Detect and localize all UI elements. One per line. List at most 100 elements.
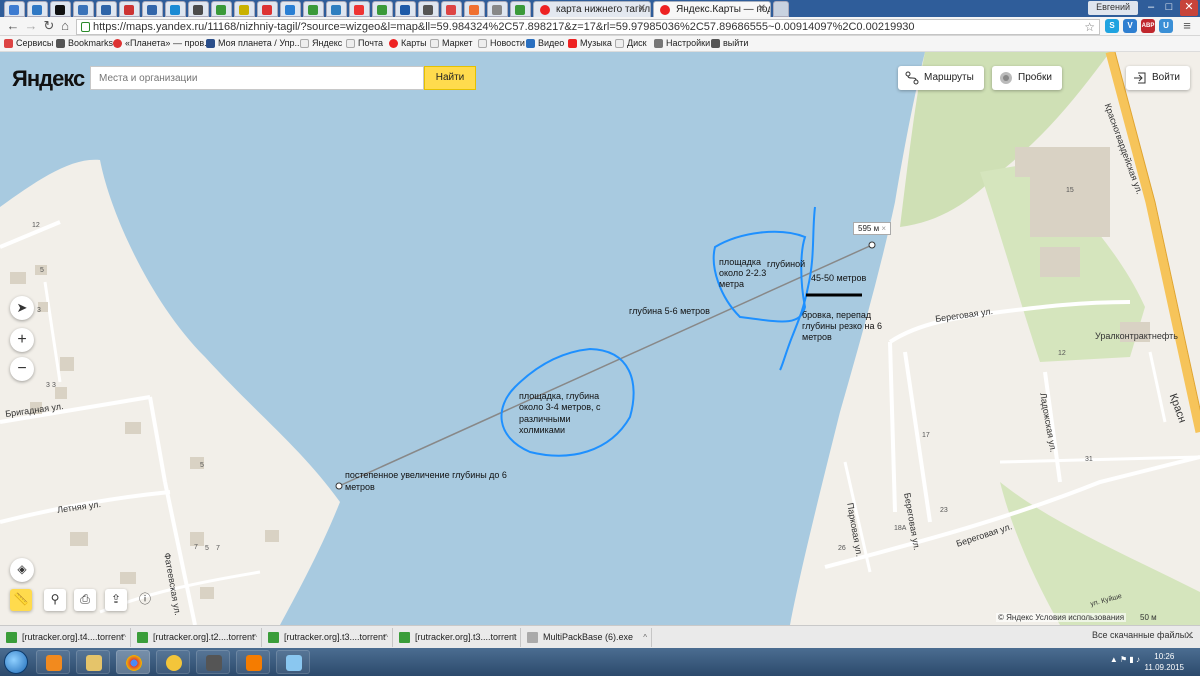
close-ruler-icon[interactable]: × xyxy=(881,224,886,233)
pinned-tab[interactable] xyxy=(349,1,370,17)
bookmark-planeta[interactable]: «Планета» — пров... xyxy=(113,38,212,48)
tab-yandex-maps[interactable]: Яндекс.Карты — подроб ✕ xyxy=(653,1,771,17)
bookmark-yandex[interactable]: Яндекс xyxy=(300,38,342,48)
pinned-tab[interactable] xyxy=(372,1,393,17)
bookmark-mail[interactable]: Почта xyxy=(346,38,383,48)
panorama-icon[interactable]: ⚲ xyxy=(44,589,66,611)
search-button[interactable]: Найти xyxy=(424,66,476,90)
download-item[interactable]: [rutracker.org].t3....torrent ^ xyxy=(262,628,393,647)
new-tab-button[interactable] xyxy=(773,1,789,17)
yandex-logo[interactable]: Яндекс xyxy=(12,66,85,92)
pinned-tab[interactable] xyxy=(487,1,508,17)
pinned-tab[interactable] xyxy=(280,1,301,17)
clock[interactable]: 10:26 11.09.2015 xyxy=(1145,651,1184,673)
bookmark-star-icon[interactable]: ☆ xyxy=(1084,20,1095,34)
pinned-tab[interactable] xyxy=(303,1,324,17)
pinned-tab[interactable] xyxy=(510,1,531,17)
menu-icon[interactable]: ≡ xyxy=(1180,19,1194,33)
chevron-up-icon[interactable]: ^ xyxy=(122,628,126,647)
pinned-tab[interactable] xyxy=(441,1,462,17)
pinned-tab[interactable] xyxy=(188,1,209,17)
media-player-icon[interactable] xyxy=(36,650,70,674)
pinned-tab[interactable] xyxy=(464,1,485,17)
pinned-tab[interactable] xyxy=(211,1,232,17)
pinned-tab[interactable] xyxy=(326,1,347,17)
print-icon[interactable]: ⎙ xyxy=(74,589,96,611)
share-icon[interactable]: ⇪ xyxy=(105,589,127,611)
chevron-up-icon[interactable]: ^ xyxy=(512,628,516,647)
pinned-tab[interactable] xyxy=(119,1,140,17)
close-tab-icon[interactable]: ✕ xyxy=(758,3,766,14)
chevron-up-icon[interactable]: ^ xyxy=(253,628,257,647)
routes-button[interactable]: Маршруты xyxy=(898,66,984,90)
pinned-tab[interactable] xyxy=(257,1,278,17)
traffic-button[interactable]: Пробки xyxy=(992,66,1062,90)
ruler-icon[interactable]: 📏 xyxy=(10,589,32,611)
bookmark-market[interactable]: Маркет xyxy=(430,38,472,48)
tab-search[interactable]: карта нижнего тагила — ✕ xyxy=(533,1,651,17)
bookmark-logout[interactable]: выйти xyxy=(711,38,748,48)
copyright-text[interactable]: © Яндекс Условия использования xyxy=(996,613,1127,622)
close-window-button[interactable]: ✕ xyxy=(1180,0,1198,16)
start-button[interactable] xyxy=(4,650,28,674)
chrome-icon[interactable] xyxy=(116,650,150,674)
pinned-tab[interactable] xyxy=(142,1,163,17)
download-item[interactable]: MultiPackBase (6).exe ^ xyxy=(521,628,652,647)
chevron-up-icon[interactable]: ^ xyxy=(643,628,647,647)
bookmark-apps[interactable]: Сервисы xyxy=(4,38,53,48)
pinned-tab[interactable] xyxy=(418,1,439,17)
weather-icon[interactable] xyxy=(156,650,190,674)
chevron-up-icon[interactable]: ^ xyxy=(384,628,388,647)
search-input[interactable] xyxy=(90,66,424,90)
info-icon[interactable]: ⓘ xyxy=(134,589,156,611)
pinned-tab[interactable] xyxy=(395,1,416,17)
pinned-tab[interactable] xyxy=(27,1,48,17)
reload-icon[interactable]: ↻ xyxy=(42,19,56,33)
back-icon[interactable]: ← xyxy=(6,19,20,33)
minimize-button[interactable]: – xyxy=(1142,0,1160,16)
vk-extension-icon[interactable]: V xyxy=(1123,19,1137,33)
system-tray[interactable]: ▲ ⚑ ▮ ♪ xyxy=(1110,655,1140,664)
pinned-tab[interactable] xyxy=(4,1,25,17)
zoom-out-button[interactable]: − xyxy=(10,357,34,381)
all-downloads-link[interactable]: Все скачанные файлы... xyxy=(1082,630,1194,640)
bookmark-music[interactable]: Музыка xyxy=(568,38,612,48)
login-button[interactable]: Войти xyxy=(1126,66,1190,90)
bookmark-myplanet[interactable]: Моя планета / Упр... xyxy=(206,38,302,48)
bookmark-folder[interactable]: Bookmarks xyxy=(56,38,113,48)
bookmark-disk[interactable]: Диск xyxy=(615,38,647,48)
bookmark-news[interactable]: Новости xyxy=(478,38,525,48)
maximize-button[interactable]: □ xyxy=(1160,0,1178,16)
vlc-icon[interactable] xyxy=(236,650,270,674)
locate-me-icon[interactable]: ➤ xyxy=(10,296,34,320)
home-icon[interactable]: ⌂ xyxy=(58,19,72,33)
distance-badge[interactable]: 595 м × xyxy=(853,222,891,235)
explorer-icon[interactable] xyxy=(76,650,110,674)
download-item[interactable]: [rutracker.org].t2....torrent ^ xyxy=(131,628,262,647)
forward-icon[interactable]: → xyxy=(24,19,38,33)
bookmark-video[interactable]: Видео xyxy=(526,38,564,48)
pinned-tab[interactable] xyxy=(50,1,71,17)
zoom-in-button[interactable]: + xyxy=(10,328,34,352)
adblock-extension-icon[interactable]: ABP xyxy=(1141,19,1155,33)
bookmark-maps[interactable]: Карты xyxy=(389,38,427,48)
download-item[interactable]: [rutracker.org].t3....torrent ^ xyxy=(393,628,521,647)
poi-label[interactable]: Уралконтрактнефть xyxy=(1095,331,1178,341)
layers-icon[interactable]: ◈ xyxy=(10,558,34,582)
pinned-tab[interactable] xyxy=(96,1,117,17)
paint-icon[interactable] xyxy=(276,650,310,674)
pinned-tab[interactable] xyxy=(165,1,186,17)
map-canvas[interactable]: Красногвардейская ул. Бригадная ул. Летн… xyxy=(0,52,1200,625)
bookmark-settings[interactable]: Настройки xyxy=(654,38,710,48)
game-icon[interactable] xyxy=(196,650,230,674)
pinned-tab[interactable] xyxy=(234,1,255,17)
close-tab-icon[interactable]: ✕ xyxy=(638,3,646,14)
vpn-extension-icon[interactable]: U xyxy=(1159,19,1173,33)
pinned-tab[interactable] xyxy=(73,1,94,17)
address-bar[interactable]: https://maps.yandex.ru/11168/nizhniy-tag… xyxy=(76,19,1100,35)
download-item[interactable]: [rutracker.org].t4....torrent ^ xyxy=(0,628,131,647)
skype-extension-icon[interactable]: S xyxy=(1105,19,1119,33)
close-downloads-icon[interactable]: ✕ xyxy=(1185,629,1194,642)
profile-button[interactable]: Евгений xyxy=(1088,1,1138,15)
yandex-favicon-icon xyxy=(540,5,550,15)
